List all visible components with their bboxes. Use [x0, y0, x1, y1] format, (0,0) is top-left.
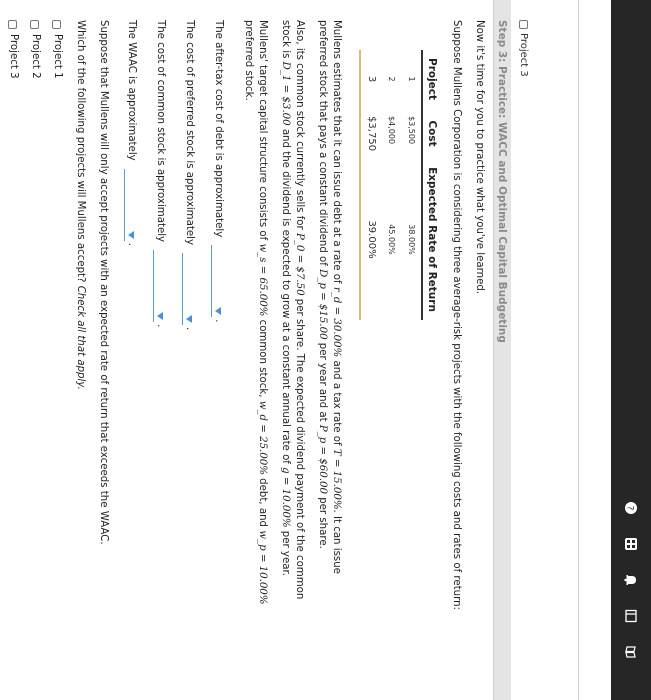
table-cell: 45.00%	[387, 224, 396, 255]
previous-option: Project 3	[518, 20, 529, 77]
common-cost-question: The cost of common stock is approximatel…	[153, 20, 168, 620]
after-tax-debt-question: The after-tax cost of debt is approximat…	[211, 20, 226, 620]
punctuation: .	[126, 242, 138, 246]
intro-text: Now it's time for you to practice what y…	[474, 20, 485, 295]
capital-structure-paragraph: Mullens' target capital structure consis…	[241, 20, 269, 620]
step-header: Step 3: Practice: WACC and Optimal Capit…	[493, 0, 511, 700]
content-panel: Project 3 Step 3: Practice: WACC and Opt…	[8, 0, 579, 700]
checkbox[interactable]	[8, 20, 18, 29]
column-header: Expected Rate of Return	[422, 159, 441, 320]
option-project-3[interactable]: Project 3	[6, 20, 20, 620]
table-row: 2 $4,000 45.00%	[381, 50, 401, 320]
stock-price-formula: P_0 = $7.50	[294, 232, 305, 296]
option-project-1[interactable]: Project 1	[50, 20, 64, 620]
table-cell: $4,000	[387, 116, 396, 145]
table-cell: 39.00%	[360, 159, 381, 320]
calculator-icon[interactable]	[621, 534, 641, 554]
prompt-text: Which of the following projects will Mul…	[75, 20, 86, 283]
taskbar: ?	[611, 0, 651, 700]
checkbox[interactable]	[30, 20, 40, 29]
help-icon[interactable]: ?	[621, 498, 641, 518]
table-cell: 1	[407, 76, 416, 82]
table-header-row: Project Cost Expected Rate of Return	[422, 50, 441, 320]
debt-weight-formula: w_d = 25.00%	[257, 400, 268, 475]
projects-table: Project Cost Expected Rate of Return 1 $…	[359, 50, 441, 320]
previous-option-label: Project 3	[518, 33, 529, 77]
table-cell: 2	[387, 76, 396, 82]
chevron-down-icon	[186, 314, 192, 323]
option-label: Project 1	[52, 34, 63, 79]
preferred-price-formula: P_p = $60.00	[317, 424, 328, 494]
column-header: Project	[422, 50, 441, 109]
common-cost-dropdown[interactable]	[153, 250, 168, 323]
text-segment: debt, and	[257, 474, 268, 531]
chevron-down-icon	[157, 312, 163, 321]
option-project-2[interactable]: Project 2	[28, 20, 42, 620]
screen: ? Project 3 Step 3: Practice: WACC and O…	[0, 0, 651, 700]
text-segment: common stock,	[257, 316, 268, 401]
option-label: Project 3	[8, 34, 19, 79]
tax-rate-formula: T = 15.00%	[331, 448, 342, 510]
bell-icon[interactable]	[621, 570, 641, 590]
text-segment: per year and at	[317, 339, 328, 425]
preferred-weight-formula: w_p = 10.00%	[257, 530, 268, 605]
text-segment: Mullens estimates that it can issue debt…	[331, 20, 342, 287]
checkbox[interactable]	[519, 20, 528, 29]
table-cell: $3,750	[360, 108, 381, 160]
table-row: 3 $3,750 39.00%	[360, 50, 381, 320]
text-segment: per year.	[280, 527, 291, 576]
dividend-formula: D_1 = $3.00	[280, 61, 291, 126]
chevron-down-icon	[128, 230, 134, 239]
sidebar-icon[interactable]	[621, 606, 641, 626]
wacc-dropdown[interactable]	[124, 168, 139, 241]
book-icon[interactable]	[621, 642, 641, 662]
text-segment: and the dividend is expected to grow at …	[280, 125, 291, 468]
practice-content: Now it's time for you to practice what y…	[0, 20, 486, 620]
debt-rate-formula: r_d = 30.00%	[331, 286, 342, 358]
question-label: The after-tax cost of debt is approximat…	[213, 20, 225, 238]
column-header: Cost	[422, 108, 441, 160]
chevron-down-icon	[215, 307, 221, 316]
question-prompt: Which of the following projects will Mul…	[73, 20, 87, 620]
svg-text:?: ?	[625, 506, 635, 511]
common-stock-paragraph: Also, its common stock currently sells f…	[278, 20, 306, 620]
question-label: The cost of common stock is approximatel…	[155, 20, 167, 243]
preferred-cost-dropdown[interactable]	[182, 252, 197, 325]
prompt-hint: Check all that apply.	[75, 285, 86, 390]
punctuation: .	[213, 319, 225, 323]
scenario-text: Suppose Mullens Corporation is consideri…	[451, 20, 462, 610]
text-segment: Mullens' target capital structure consis…	[257, 20, 268, 244]
punctuation: .	[155, 324, 167, 328]
table-cell: 38.00%	[407, 224, 416, 255]
question-label: The WAAC is approximately	[126, 20, 138, 161]
after-tax-debt-dropdown[interactable]	[211, 245, 226, 318]
text-segment: and a tax rate of	[331, 357, 342, 449]
table-row: 1 $3,500 38.00%	[401, 50, 422, 320]
punctuation: .	[184, 326, 196, 331]
text-segment: per share.	[317, 493, 328, 549]
project-options: Project 1 Project 2 Project 3	[6, 20, 64, 620]
preferred-cost-question: The cost of preferred stock is approxima…	[182, 20, 197, 620]
text-segment: Also, its common stock currently sells f…	[294, 20, 305, 233]
question-label: The cost of preferred stock is approxima…	[184, 20, 196, 245]
common-weight-formula: w_s = 65.00%	[257, 243, 268, 317]
growth-formula: g = 10.00%	[280, 467, 291, 528]
table-cell: 3	[360, 50, 381, 109]
option-label: Project 2	[30, 34, 41, 79]
debt-paragraph: Mullens estimates that it can issue debt…	[315, 20, 343, 620]
text-segment: preferred stock.	[243, 20, 254, 101]
table-cell: $3,500	[407, 116, 416, 145]
checkbox[interactable]	[52, 20, 62, 29]
accept-statement: Suppose that Mullens will only accept pr…	[98, 20, 109, 545]
wacc-question: The WAAC is approximately .	[124, 20, 139, 620]
preferred-dividend-formula: D_p = $15.00	[317, 269, 328, 340]
